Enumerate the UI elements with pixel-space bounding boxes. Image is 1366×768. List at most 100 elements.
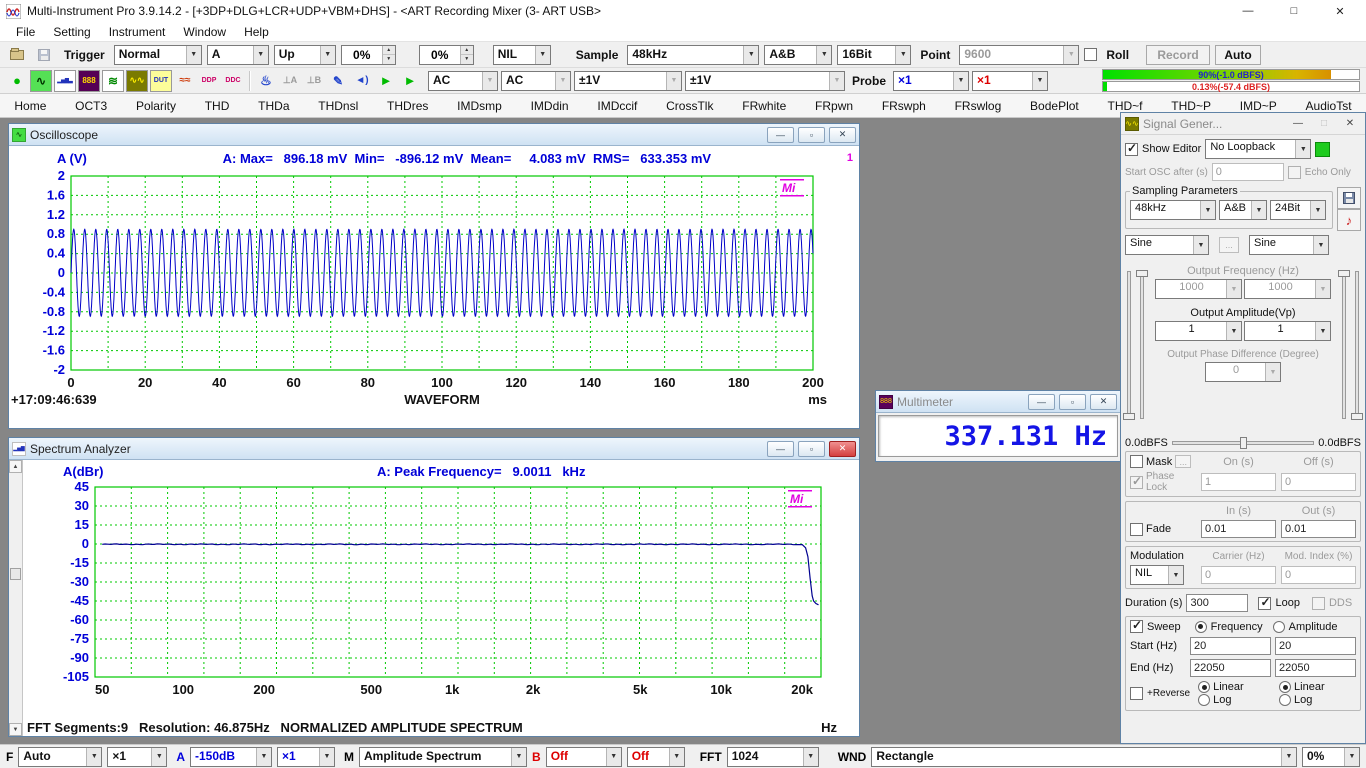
minimize-icon[interactable]: — [767,441,794,457]
derived-data-series-icon[interactable]: ≈≈ [174,70,196,92]
tab-frwhite[interactable]: FRwhite [738,97,790,115]
close-icon[interactable]: ✕ [1090,394,1117,410]
tab-thd[interactable]: THD [201,97,234,115]
trigger-hpf-combo[interactable]: NIL [493,45,551,65]
open-file-icon[interactable] [6,44,28,66]
sample-rate-combo[interactable]: 48kHz [627,45,759,65]
ddc-icon[interactable]: DDC [222,70,244,92]
ddp-viewer-icon[interactable]: DDP [198,70,220,92]
sweep-a-log-radio[interactable] [1198,694,1210,706]
spectrum-titlebar[interactable]: ▂▅▇ Spectrum Analyzer — ▫ ✕ [9,438,859,460]
tab-polarity[interactable]: Polarity [132,97,180,115]
overlap-combo[interactable]: 0% [1302,747,1360,767]
sample-channels-combo[interactable]: A&B [764,45,832,65]
multimeter-icon[interactable]: 888 [78,70,100,92]
level-slider-a-inner[interactable] [1140,271,1144,419]
coupling-a-combo[interactable]: AC [428,71,498,91]
trigger-level-spinner[interactable]: 0%▲▼ [341,45,396,65]
restore-icon[interactable]: ▫ [798,441,825,457]
generator-rate-combo[interactable]: 48kHz [1130,200,1216,220]
window-function-combo[interactable]: Rectangle [871,747,1297,767]
restore-icon[interactable]: ▫ [1059,394,1086,410]
loopback-combo[interactable]: No Loopback [1205,139,1311,159]
close-icon[interactable]: ✕ [829,441,856,457]
frequency-axis-combo[interactable]: Auto [18,747,102,767]
restore-icon[interactable]: ▫ [798,127,825,143]
probe-a-combo[interactable]: ×1 [893,71,969,91]
hot-panel-icon[interactable]: ♨ [255,70,277,92]
close-icon[interactable]: ✕ [1320,1,1360,21]
level-slider-b-inner[interactable] [1342,271,1346,419]
oscilloscope-titlebar[interactable]: ∿ Oscilloscope — ▫ ✕ [9,124,859,146]
generator-bits-combo[interactable]: 24Bit [1270,200,1326,220]
trigger-mode-combo[interactable]: Normal [114,45,202,65]
calibration-probe-icon[interactable]: ✎ [327,70,349,92]
device-test-plan-icon[interactable]: DUT [150,70,172,92]
speaker-icon[interactable]: ◄) [351,70,373,92]
waveform-b-combo[interactable]: Sine [1249,235,1329,255]
trigger-edge-combo[interactable]: Up [274,45,336,65]
show-editor-checkbox[interactable] [1125,143,1138,156]
sweep-checkbox[interactable] [1130,620,1143,633]
tab-oct3[interactable]: OCT3 [71,97,111,115]
trigger-delay-spinner[interactable]: 0%▲▼ [419,45,474,65]
reference-b-icon[interactable]: ⊥B [303,70,325,92]
minimize-icon[interactable]: — [1228,1,1268,21]
tab-frpwn[interactable]: FRpwn [811,97,857,115]
run-indicator-icon[interactable]: ● [6,70,28,92]
oscilloscope-icon[interactable]: ∿ [30,70,52,92]
generator-note-button[interactable]: ♪ [1337,209,1361,231]
balance-slider[interactable] [1172,441,1314,445]
close-icon[interactable]: ✕ [1339,115,1361,133]
roll-checkbox[interactable] [1084,48,1097,61]
tab-imdsmp[interactable]: IMDsmp [453,97,506,115]
sweep-a-linear-radio[interactable] [1198,681,1210,693]
minimize-icon[interactable]: — [767,127,794,143]
amplitude-b-combo[interactable]: 1 [1244,321,1331,341]
save-file-icon[interactable] [33,44,55,66]
start-loop-icon[interactable]: ► [399,70,421,92]
sweep-frequency-radio[interactable] [1195,621,1207,633]
probe-b-combo[interactable]: ×1 [972,71,1048,91]
sweep-end-a-input[interactable]: 22050 [1190,659,1271,677]
sample-bits-combo[interactable]: 16Bit [837,45,911,65]
menu-item-window[interactable]: Window [175,23,234,41]
menu-item-setting[interactable]: Setting [45,23,98,41]
tab-thda[interactable]: THDa [254,97,293,115]
reference-a-icon[interactable]: ⊥A [279,70,301,92]
sweep-start-a-input[interactable]: 20 [1190,637,1271,655]
coupling-b-combo[interactable]: AC [501,71,571,91]
menu-item-instrument[interactable]: Instrument [101,23,174,41]
signal-generator-titlebar[interactable]: ∿∿ Signal Gener... — □ ✕ [1121,113,1365,135]
reverse-checkbox[interactable] [1130,687,1143,700]
tab-crosstlk[interactable]: CrossTlk [662,97,717,115]
data-logger-icon[interactable]: ≋ [102,70,124,92]
frequency-zoom-combo[interactable]: ×1 [107,747,167,767]
measurement-mode-combo[interactable]: Amplitude Spectrum [359,747,527,767]
fade-checkbox[interactable] [1130,523,1143,536]
level-slider-b-outer[interactable] [1355,271,1359,419]
minimize-icon[interactable]: — [1028,394,1055,410]
generator-run-indicator[interactable] [1315,142,1330,157]
menu-item-help[interactable]: Help [236,23,277,41]
trigger-source-combo[interactable]: A [207,45,269,65]
modulation-combo[interactable]: NIL [1130,565,1184,585]
tab-home[interactable]: Home [10,97,50,115]
scrollbar-thumb[interactable] [10,568,21,580]
duration-input[interactable]: 300 [1186,594,1248,612]
menu-item-file[interactable]: File [8,23,43,41]
fft-size-combo[interactable]: 1024 [727,747,819,767]
signal-generator-icon[interactable]: ∿∿ [126,70,148,92]
scroll-up-icon[interactable]: ▲ [9,460,22,473]
multimeter-titlebar[interactable]: 888 Multimeter — ▫ ✕ [876,391,1120,413]
fade-out-input[interactable]: 0.01 [1281,520,1356,538]
tab-frswph[interactable]: FRswph [878,97,930,115]
tab-bodeplot[interactable]: BodePlot [1026,97,1083,115]
loop-checkbox[interactable] [1258,597,1271,610]
tab-imdccif[interactable]: IMDccif [593,97,641,115]
fade-in-input[interactable]: 0.01 [1201,520,1276,538]
sweep-amplitude-radio[interactable] [1273,621,1285,633]
waveform-a-combo[interactable]: Sine [1125,235,1209,255]
channel-b2-combo[interactable]: Off [627,747,685,767]
generator-save-button[interactable] [1337,187,1361,209]
